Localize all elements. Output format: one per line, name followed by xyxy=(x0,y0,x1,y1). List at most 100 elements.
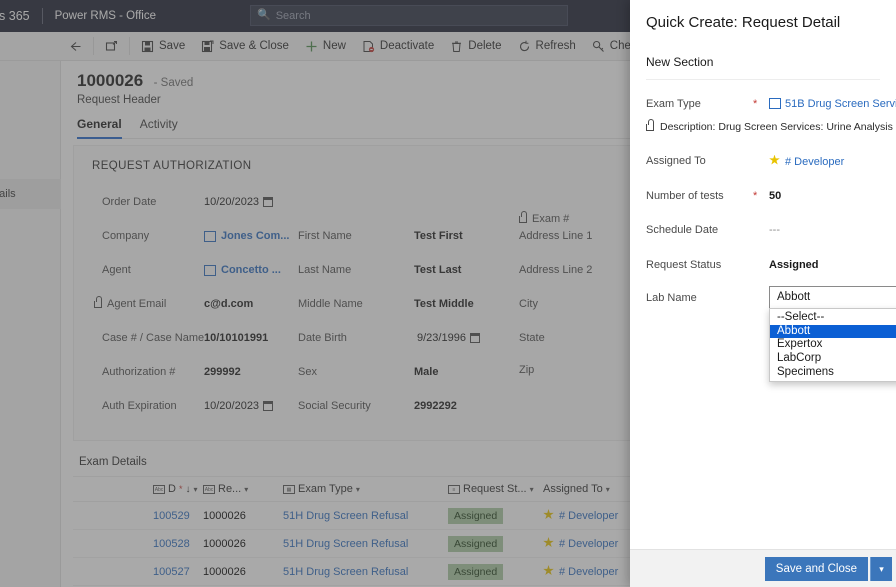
lab-name-label: Lab Name xyxy=(646,292,697,304)
lab-name-select[interactable]: Abbott xyxy=(769,286,896,309)
field-number-of-tests: Number of tests * 50 xyxy=(630,187,896,205)
save-button[interactable]: Save xyxy=(133,32,193,61)
field-social-security-value[interactable]: 2992292 xyxy=(414,400,457,412)
search-placeholder: Search xyxy=(276,10,311,22)
lab-name-option-1[interactable]: Abbott xyxy=(770,325,896,339)
assigned-to-value[interactable]: # Developer xyxy=(769,155,844,168)
request-status-value[interactable]: Assigned xyxy=(769,259,819,271)
field-auth-expiration-value[interactable]: 10/20/2023 xyxy=(204,400,273,412)
field-date-birth-value[interactable]: 9/23/1996 xyxy=(417,332,480,344)
field-case-value[interactable]: 10/10101991 xyxy=(204,332,268,344)
field-sex-value[interactable]: Male xyxy=(414,366,438,378)
deactivate-button[interactable]: Deactivate xyxy=(354,32,442,61)
column-header-request[interactable]: Abc Re... ▾ xyxy=(203,483,283,495)
new-label: New xyxy=(323,40,346,52)
cell-exam-code: 51H xyxy=(283,566,303,578)
quick-create-title: Quick Create: Request Detail xyxy=(630,0,896,31)
field-agent-value[interactable]: Concetto ... xyxy=(204,264,281,276)
cell-status: Assigned xyxy=(448,536,543,552)
number-of-tests-input[interactable]: 50 xyxy=(769,190,781,202)
field-agent-label: Agent xyxy=(102,264,131,276)
delete-label: Delete xyxy=(468,40,501,52)
chevron-down-icon[interactable]: ▾ xyxy=(356,485,360,494)
exam-type-value[interactable]: 51B Drug Screen Services: xyxy=(769,98,896,110)
table-row[interactable]: 100527 1000026 51H Drug Screen Refusal A… xyxy=(73,558,673,586)
column-header-request-status[interactable]: ≡ Request St... ▾ xyxy=(448,483,543,495)
schedule-date-input[interactable]: --- xyxy=(769,224,780,236)
tab-general[interactable]: General xyxy=(77,117,122,138)
column-header-detail-id[interactable]: Abc D * ↓ ▾ xyxy=(73,483,203,495)
cell-exam-type[interactable]: 51H Drug Screen Refusal xyxy=(283,538,448,550)
star-icon xyxy=(543,509,554,520)
search-input[interactable]: 🔍 Search xyxy=(250,5,568,26)
exam-type-label: Exam Type xyxy=(646,98,701,110)
lab-name-dropdown-list[interactable]: --Select-- Abbott Expertox LabCorp Speci… xyxy=(769,308,896,382)
refresh-button[interactable]: Refresh xyxy=(510,32,584,61)
column-header-exam-type-label: Exam Type xyxy=(298,483,353,495)
lab-name-option-4[interactable]: Specimens xyxy=(770,366,896,380)
sidebar-item-1[interactable]: etails xyxy=(0,179,61,209)
lab-name-option-3[interactable]: LabCorp xyxy=(770,352,896,366)
field-order-date-label: Order Date xyxy=(102,196,156,208)
column-header-assigned-to[interactable]: Assigned To ▾ xyxy=(543,483,643,495)
table-row[interactable]: 100529 1000026 51H Drug Screen Refusal A… xyxy=(73,502,673,530)
column-header-exam-type[interactable]: ▦ Exam Type ▾ xyxy=(283,483,448,495)
cell-exam-type-name: Drug Screen Refusal xyxy=(306,510,408,522)
cell-exam-type[interactable]: 51H Drug Screen Refusal xyxy=(283,566,448,578)
field-company-value[interactable]: Jones Com... xyxy=(204,230,289,242)
chevron-down-icon[interactable]: ▾ xyxy=(606,485,610,494)
required-mark: * xyxy=(753,190,757,202)
new-button[interactable]: New xyxy=(297,32,354,61)
assigned-to-label: Assigned To xyxy=(646,155,706,167)
save-and-close-button[interactable]: Save & Close xyxy=(193,32,297,61)
save-options-chevron-down-icon[interactable]: ▾ xyxy=(870,557,892,581)
calendar-icon[interactable] xyxy=(263,401,273,411)
lock-icon xyxy=(646,124,654,131)
star-icon xyxy=(543,537,554,548)
lab-name-option-0[interactable]: --Select-- xyxy=(770,311,896,325)
field-order-date-value[interactable]: 10/20/2023 xyxy=(204,196,273,208)
save-label: Save xyxy=(159,40,185,52)
cell-status: Assigned xyxy=(448,508,543,524)
request-authorization-section: REQUEST AUTHORIZATION Exam # Order Date … xyxy=(73,145,635,441)
text-column-icon: Abc xyxy=(153,485,165,494)
field-zip-label: Zip xyxy=(519,364,534,376)
cell-detail-id[interactable]: 100527 xyxy=(73,566,203,578)
exam-number-label: Exam # xyxy=(532,213,569,225)
refresh-icon xyxy=(518,40,531,53)
calendar-icon[interactable] xyxy=(263,197,273,207)
cell-assigned-to[interactable]: # Developer xyxy=(543,565,643,578)
cell-detail-id[interactable]: 100529 xyxy=(73,510,203,522)
chevron-down-icon[interactable]: ▾ xyxy=(530,485,534,494)
field-last-name-value[interactable]: Test Last xyxy=(414,264,461,276)
sidebar-item-1-label: etails xyxy=(0,188,16,200)
cell-exam-code: 51H xyxy=(283,510,303,522)
field-agent-email-value[interactable]: c@d.com xyxy=(204,298,253,310)
field-description: Description: Drug Screen Services: Urine… xyxy=(630,119,896,135)
table-row[interactable]: 100528 1000026 51H Drug Screen Refusal A… xyxy=(73,530,673,558)
back-button[interactable] xyxy=(61,32,90,61)
field-first-name-value[interactable]: Test First xyxy=(414,230,463,242)
delete-button[interactable]: Delete xyxy=(442,32,509,61)
cell-assigned-to[interactable]: # Developer xyxy=(543,537,643,550)
chevron-down-icon[interactable]: ▾ xyxy=(193,485,197,494)
cell-assigned-to[interactable]: # Developer xyxy=(543,509,643,522)
cell-exam-code: 51H xyxy=(283,538,303,550)
contact-lookup-icon xyxy=(204,265,216,276)
calendar-icon[interactable] xyxy=(470,333,480,343)
cell-detail-id[interactable]: 100528 xyxy=(73,538,203,550)
quick-create-section-label: New Section xyxy=(630,31,896,69)
section-title: REQUEST AUTHORIZATION xyxy=(74,146,634,172)
save-and-close-button[interactable]: Save and Close xyxy=(765,557,868,581)
tab-activity[interactable]: Activity xyxy=(140,117,178,138)
column-header-request-status-label: Request St... xyxy=(463,483,527,495)
trash-icon xyxy=(450,40,463,53)
field-authorization-value[interactable]: 299992 xyxy=(204,366,241,378)
cell-exam-type[interactable]: 51H Drug Screen Refusal xyxy=(283,510,448,522)
column-header-request-label: Re... xyxy=(218,483,241,495)
chevron-down-icon[interactable]: ▾ xyxy=(244,485,248,494)
field-middle-name-value[interactable]: Test Middle xyxy=(414,298,474,310)
popout-button[interactable] xyxy=(97,32,126,61)
lab-name-option-2[interactable]: Expertox xyxy=(770,338,896,352)
sidebar-item-0[interactable]: n xyxy=(0,119,61,149)
